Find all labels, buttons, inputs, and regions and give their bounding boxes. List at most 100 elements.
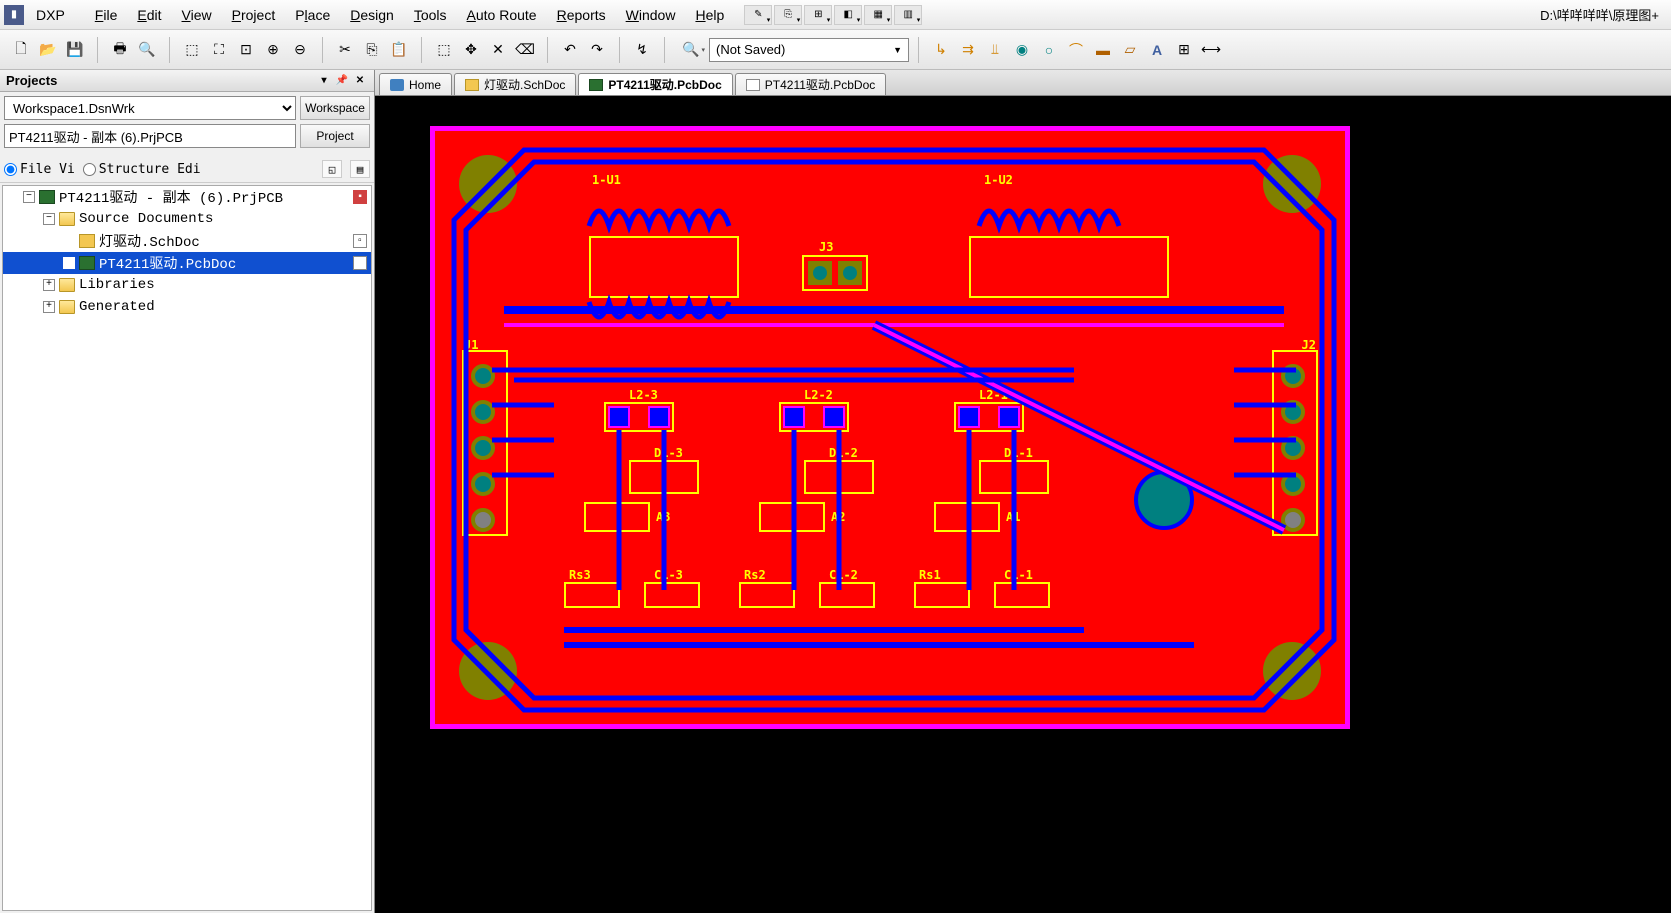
tree-source-documents[interactable]: − Source Documents	[3, 208, 371, 230]
arc-icon[interactable]: ⌒	[1063, 37, 1089, 63]
browse-icon[interactable]: 🔍▾	[674, 37, 708, 63]
component-c11[interactable]	[994, 582, 1050, 608]
new-file-icon[interactable]: 🗋	[8, 37, 34, 63]
route-diff-icon[interactable]: ⇉	[955, 37, 981, 63]
quick-icon-2[interactable]: ⎘▾	[774, 5, 802, 25]
pcb-canvas[interactable]: 1-U1 1-U2 J3 J1	[375, 96, 1671, 913]
deselect-icon[interactable]: ✕	[485, 37, 511, 63]
pad[interactable]	[823, 406, 845, 428]
menu-view[interactable]: View	[172, 3, 222, 27]
menu-edit[interactable]: Edit	[127, 3, 171, 27]
component-u2[interactable]	[969, 236, 1169, 298]
save-icon[interactable]: 💾	[62, 37, 88, 63]
quick-icon-1[interactable]: ✎▾	[744, 5, 772, 25]
panel-tool-icon-2[interactable]: ▤	[350, 160, 370, 178]
panel-close-icon[interactable]: ✕	[352, 73, 368, 89]
component-a2[interactable]	[759, 502, 825, 532]
panel-tool-icon-1[interactable]: ◱	[322, 160, 342, 178]
component-d11[interactable]	[979, 460, 1049, 494]
cut-icon[interactable]: ✂	[332, 37, 358, 63]
menu-window[interactable]: Window	[616, 3, 686, 27]
clear-icon[interactable]: ⌫	[512, 37, 538, 63]
fill-icon[interactable]: ▬	[1090, 37, 1116, 63]
undo-icon[interactable]: ↶	[557, 37, 583, 63]
zoom-selected-icon[interactable]: ⊡	[233, 37, 259, 63]
via-icon[interactable]: ◉	[1009, 37, 1035, 63]
menu-project[interactable]: Project	[222, 3, 286, 27]
move-icon[interactable]: ✥	[458, 37, 484, 63]
pad[interactable]	[648, 406, 670, 428]
tab-schematic[interactable]: 灯驱动.SchDoc	[454, 73, 576, 95]
project-name-input[interactable]: PT4211驱动 - 副本 (6).PrjPCB	[4, 124, 296, 148]
polygon-icon[interactable]: ▱	[1117, 37, 1143, 63]
pad[interactable]	[471, 472, 495, 496]
project-button[interactable]: Project	[300, 124, 370, 148]
expand-icon[interactable]: +	[43, 301, 55, 313]
panel-menu-icon[interactable]: ▾	[316, 73, 332, 89]
projects-tree[interactable]: − PT4211驱动 - 副本 (6).PrjPCB ▪ − Source Do…	[2, 185, 372, 911]
large-via[interactable]	[1134, 470, 1194, 530]
expand-icon[interactable]: −	[43, 213, 55, 225]
zoom-area-icon[interactable]: ⬚	[179, 37, 205, 63]
quick-icon-3[interactable]: ⊞▾	[804, 5, 832, 25]
connector-j3[interactable]	[802, 255, 868, 291]
redo-icon[interactable]: ↷	[584, 37, 610, 63]
tab-pcb-preview[interactable]: PT4211驱动.PcbDoc	[735, 73, 887, 95]
pad[interactable]	[1281, 400, 1305, 424]
print-icon[interactable]: 🖶	[107, 37, 133, 63]
zoom-in-icon[interactable]: ⊕	[260, 37, 286, 63]
dimension-icon[interactable]: ⟷	[1198, 37, 1224, 63]
pad[interactable]	[808, 261, 832, 285]
pad[interactable]	[471, 400, 495, 424]
component-d13[interactable]	[629, 460, 699, 494]
menu-help[interactable]: Help	[685, 3, 734, 27]
menu-autoroute[interactable]: Auto Route	[457, 3, 547, 27]
quick-icon-6[interactable]: ▥▾	[894, 5, 922, 25]
connector-j1[interactable]	[462, 350, 508, 536]
component-c13[interactable]	[644, 582, 700, 608]
app-menu-dxp[interactable]: DXP	[28, 7, 73, 23]
tree-generated[interactable]: + Generated	[3, 296, 371, 318]
mounting-hole[interactable]	[459, 642, 517, 700]
quick-icon-4[interactable]: ◧▾	[834, 5, 862, 25]
select-icon[interactable]: ⬚	[431, 37, 457, 63]
route-icon[interactable]: ↳	[928, 37, 954, 63]
component-rs3[interactable]	[564, 582, 620, 608]
tree-schematic-doc[interactable]: 灯驱动.SchDoc ▫	[3, 230, 371, 252]
string-icon[interactable]: A	[1144, 37, 1170, 63]
expand-icon[interactable]: −	[23, 191, 35, 203]
component-a1[interactable]	[934, 502, 1000, 532]
mounting-hole[interactable]	[1263, 155, 1321, 213]
zoom-fit-icon[interactable]: ⛶	[206, 37, 232, 63]
print-preview-icon[interactable]: 🔍	[134, 37, 160, 63]
route-multi-icon[interactable]: ⫫	[982, 37, 1008, 63]
component-rs2[interactable]	[739, 582, 795, 608]
pad[interactable]	[1281, 436, 1305, 460]
tree-pcb-doc[interactable]: PT4211驱动.PcbDoc ▫	[3, 252, 371, 274]
menu-reports[interactable]: Reports	[547, 3, 616, 27]
component-icon[interactable]: ⊞	[1171, 37, 1197, 63]
copy-icon[interactable]: ⎘	[359, 37, 385, 63]
connector-j2[interactable]	[1272, 350, 1318, 536]
tab-home[interactable]: Home	[379, 73, 452, 95]
component-u1[interactable]	[589, 236, 739, 298]
tree-libraries[interactable]: + Libraries	[3, 274, 371, 296]
mounting-hole[interactable]	[1263, 642, 1321, 700]
document-combo[interactable]: (Not Saved) ▼	[709, 38, 909, 62]
component-d12[interactable]	[804, 460, 874, 494]
view-structure-radio[interactable]: Structure Edi	[83, 162, 201, 177]
pad[interactable]	[608, 406, 630, 428]
pad[interactable]	[838, 261, 862, 285]
expand-icon[interactable]: +	[43, 279, 55, 291]
paste-icon[interactable]: 📋	[386, 37, 412, 63]
zoom-out-icon[interactable]: ⊖	[287, 37, 313, 63]
pad[interactable]	[1281, 472, 1305, 496]
menu-file[interactable]: File	[85, 3, 128, 27]
menu-place[interactable]: Place	[285, 3, 340, 27]
quick-icon-5[interactable]: ▦▾	[864, 5, 892, 25]
pad[interactable]	[1281, 508, 1305, 532]
open-file-icon[interactable]: 📂	[35, 37, 61, 63]
tree-project-root[interactable]: − PT4211驱动 - 副本 (6).PrjPCB ▪	[3, 186, 371, 208]
pad[interactable]	[958, 406, 980, 428]
panel-pin-icon[interactable]: 📌	[334, 73, 350, 89]
